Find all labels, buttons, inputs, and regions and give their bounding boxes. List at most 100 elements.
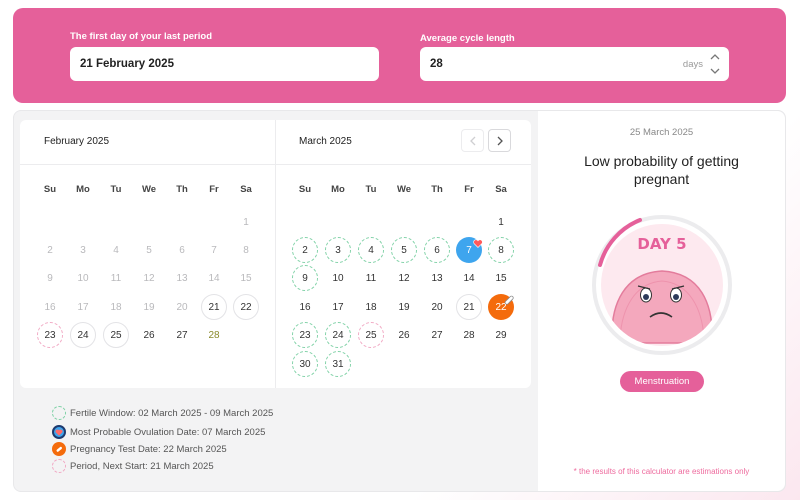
- calendar-day[interactable]: 25: [103, 322, 129, 348]
- chevron-down-icon[interactable]: [710, 68, 720, 75]
- calendar-day[interactable]: 3: [70, 237, 96, 263]
- pregnancy-test-icon: [52, 442, 66, 456]
- month-title-february: February 2025: [44, 136, 110, 147]
- calendar-day[interactable]: 10: [325, 265, 351, 291]
- calendar-day[interactable]: 31: [325, 351, 351, 377]
- calendar-day[interactable]: 26: [136, 322, 162, 348]
- calendar-day[interactable]: 16: [37, 294, 63, 320]
- last-period-value: 21 February 2025: [80, 58, 174, 70]
- calendar-day[interactable]: 30: [292, 351, 318, 377]
- calendar-day[interactable]: 24: [70, 322, 96, 348]
- calendar-day[interactable]: 2: [292, 237, 318, 263]
- calendar-day[interactable]: 15: [233, 265, 259, 291]
- weekday-header: Tu: [365, 184, 377, 195]
- calendar-day[interactable]: 27: [169, 322, 195, 348]
- weekday-header: Mo: [76, 184, 90, 195]
- weekday-header: Su: [298, 184, 312, 195]
- legend-test: Pregnancy Test Date: 22 March 2025: [52, 442, 227, 456]
- calendar-day[interactable]: 24: [325, 322, 351, 348]
- calendar-day[interactable]: 29: [488, 322, 514, 348]
- weekday-header: Mo: [331, 184, 345, 195]
- cycle-length-value: 28: [430, 58, 443, 70]
- next-month-button[interactable]: [488, 129, 511, 152]
- calendar-day[interactable]: 17: [70, 294, 96, 320]
- calendar-day[interactable]: 2: [37, 237, 63, 263]
- calendar-day[interactable]: 22: [233, 294, 259, 320]
- calendar-day[interactable]: 20: [424, 294, 450, 320]
- weekday-header: Fr: [209, 184, 219, 195]
- cycle-length-stepper[interactable]: [710, 53, 720, 75]
- calendar-day[interactable]: 10: [70, 265, 96, 291]
- month-title-march: March 2025: [299, 136, 352, 147]
- weekday-header: Sa: [240, 184, 252, 195]
- calendar-day[interactable]: 1: [488, 209, 514, 235]
- calendar-day[interactable]: 12: [391, 265, 417, 291]
- calendar-day[interactable]: 23: [292, 322, 318, 348]
- calendar-day[interactable]: 14: [201, 265, 227, 291]
- period-marker-icon: [52, 459, 66, 473]
- calendar-day[interactable]: 9: [37, 265, 63, 291]
- chevron-left-icon: [469, 136, 475, 145]
- calendar-day[interactable]: 3: [325, 237, 351, 263]
- calendar-day[interactable]: 11: [358, 265, 384, 291]
- calendar-day[interactable]: 8: [233, 237, 259, 263]
- calendar-day[interactable]: 9: [292, 265, 318, 291]
- calendar-day[interactable]: 6: [169, 237, 195, 263]
- last-period-input[interactable]: 21 February 2025: [70, 47, 379, 81]
- month-divider: [275, 120, 276, 388]
- cycle-length-unit: days: [682, 59, 703, 70]
- calendar-day[interactable]: 28: [456, 322, 482, 348]
- chevron-right-icon: [497, 136, 503, 145]
- calendar-day[interactable]: 28: [201, 322, 227, 348]
- disclaimer-note: * the results of this calculator are est…: [573, 467, 750, 476]
- heart-icon: [473, 235, 483, 253]
- calendar-day[interactable]: 27: [424, 322, 450, 348]
- last-period-label: The first day of your last period: [70, 31, 212, 42]
- calendar-day[interactable]: 13: [424, 265, 450, 291]
- calendar-day[interactable]: 1: [233, 209, 259, 235]
- calendar-day[interactable]: 12: [136, 265, 162, 291]
- prev-month-button[interactable]: [461, 129, 484, 152]
- fertile-marker-icon: [52, 406, 66, 420]
- calendar-day[interactable]: 5: [136, 237, 162, 263]
- chevron-up-icon[interactable]: [710, 53, 720, 60]
- weekday-header: We: [396, 184, 412, 195]
- calendar-day[interactable]: 5: [391, 237, 417, 263]
- weekday-header: Sa: [495, 184, 507, 195]
- calendar-day[interactable]: 21: [201, 294, 227, 320]
- calendar-day[interactable]: 19: [136, 294, 162, 320]
- weekday-header: Fr: [464, 184, 474, 195]
- calendar-day[interactable]: 4: [358, 237, 384, 263]
- calendar-day[interactable]: 19: [391, 294, 417, 320]
- calendar-day[interactable]: 4: [103, 237, 129, 263]
- legend-period: Period, Next Start: 21 March 2025: [52, 459, 214, 473]
- cycle-length-label: Average cycle length: [420, 33, 515, 44]
- calendar-day[interactable]: 18: [103, 294, 129, 320]
- legend-ovulation-label: Most Probable Ovulation Date: 07 March 2…: [70, 426, 266, 438]
- day-number-label: DAY 5: [637, 235, 686, 253]
- legend-ovulation: Most Probable Ovulation Date: 07 March 2…: [52, 425, 265, 439]
- calendar-day[interactable]: 13: [169, 265, 195, 291]
- calendar-day[interactable]: 15: [488, 265, 514, 291]
- legend-fertile-label: Fertile Window: 02 March 2025 - 09 March…: [70, 407, 274, 419]
- calendar-day[interactable]: 11: [103, 265, 129, 291]
- pregnancy-test-icon: [503, 293, 515, 311]
- cycle-progress-ring: DAY 5: [592, 215, 732, 355]
- calendar-day[interactable]: 6: [424, 237, 450, 263]
- calendar-day[interactable]: 17: [325, 294, 351, 320]
- cycle-length-input[interactable]: 28 days: [420, 47, 729, 81]
- heart-icon: [52, 425, 66, 439]
- weekday-header: Su: [43, 184, 57, 195]
- header-divider: [20, 164, 531, 165]
- calendar-day[interactable]: 21: [456, 294, 482, 320]
- calendar-day[interactable]: 25: [358, 322, 384, 348]
- calendar-day[interactable]: 23: [37, 322, 63, 348]
- calendar-day[interactable]: 7: [201, 237, 227, 263]
- calendar-day[interactable]: 20: [169, 294, 195, 320]
- calendar-day[interactable]: 18: [358, 294, 384, 320]
- calendar-day[interactable]: 14: [456, 265, 482, 291]
- calendar-day[interactable]: 26: [391, 322, 417, 348]
- calendar-day[interactable]: 16: [292, 294, 318, 320]
- weekday-header: Th: [431, 184, 443, 195]
- calendar-day[interactable]: 8: [488, 237, 514, 263]
